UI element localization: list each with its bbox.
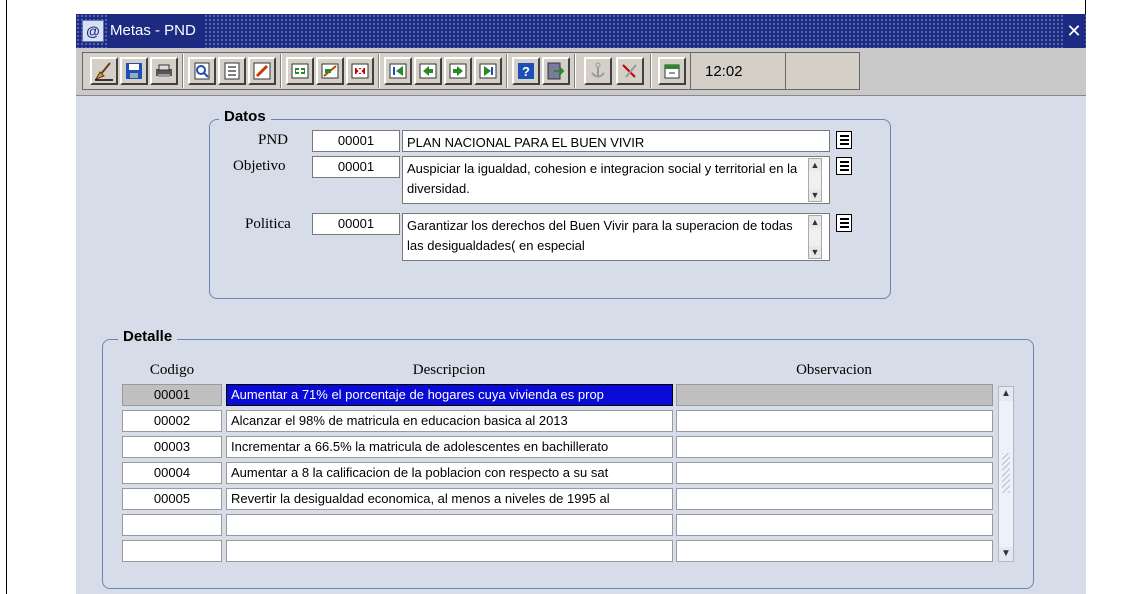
- clock-display: 12:02: [690, 52, 786, 90]
- scroll-thumb[interactable]: [1002, 453, 1010, 493]
- calendar-icon[interactable]: [658, 57, 686, 85]
- window-title: Metas - PND: [108, 14, 204, 48]
- exit-icon[interactable]: [542, 57, 570, 85]
- observacion-column-header: Observacion: [796, 362, 872, 378]
- observacion-cell[interactable]: [676, 410, 993, 432]
- codigo-cell[interactable]: 00003: [122, 436, 222, 458]
- objetivo-list-icon[interactable]: [836, 157, 852, 175]
- objetivo-code-field[interactable]: 00001: [312, 156, 400, 178]
- save-icon[interactable]: [120, 57, 148, 85]
- descripcion-cell[interactable]: Revertir la desigualdad economica, al me…: [226, 488, 673, 510]
- toolbar: ? 12:02: [76, 48, 1086, 96]
- toolbar-separator: [574, 54, 576, 88]
- next-record-icon[interactable]: [444, 57, 472, 85]
- toolbar-separator: [378, 54, 380, 88]
- app-icon: @: [82, 20, 104, 42]
- scroll-up-icon[interactable]: ▲: [809, 159, 821, 171]
- descripcion-column-header: Descripcion: [412, 362, 486, 378]
- duplicate-record-icon[interactable]: [316, 57, 344, 85]
- codigo-column-header: Codigo: [149, 362, 195, 378]
- toolbar-separator: [182, 54, 184, 88]
- previous-record-icon[interactable]: [414, 57, 442, 85]
- politica-code-field[interactable]: 00001: [312, 213, 400, 235]
- politica-label: Politica: [245, 216, 291, 232]
- objetivo-scrollbar[interactable]: ▲ ▼: [808, 158, 822, 202]
- check-icon[interactable]: [616, 57, 644, 85]
- datos-title: Datos: [219, 108, 271, 125]
- close-button[interactable]: ✕: [1064, 14, 1084, 48]
- delete-record-icon[interactable]: [346, 57, 374, 85]
- observacion-cell[interactable]: [676, 514, 993, 536]
- clear-form-icon[interactable]: [90, 57, 118, 85]
- descripcion-cell[interactable]: Aumentar a 8 la calificacion de la pobla…: [226, 462, 673, 484]
- form-window: @ Metas - PND ✕ ? 12:02 Datos PND 00001 …: [76, 14, 1086, 594]
- politica-list-icon[interactable]: [836, 214, 852, 232]
- scroll-down-icon[interactable]: ▼: [999, 547, 1013, 561]
- first-record-icon[interactable]: [384, 57, 412, 85]
- objetivo-description-field[interactable]: Auspiciar la igualdad, cohesion e integr…: [402, 156, 830, 204]
- scroll-up-icon[interactable]: ▲: [809, 216, 821, 228]
- toolbar-separator: [650, 54, 652, 88]
- pnd-list-icon[interactable]: [836, 131, 852, 149]
- politica-scrollbar[interactable]: ▲ ▼: [808, 215, 822, 259]
- descripcion-cell[interactable]: Incrementar a 66.5% la matricula de adol…: [226, 436, 673, 458]
- codigo-cell[interactable]: 00004: [122, 462, 222, 484]
- objetivo-label: Objetivo: [233, 158, 286, 174]
- anchor-icon[interactable]: [584, 57, 612, 85]
- toolbar-separator: [280, 54, 282, 88]
- descripcion-cell[interactable]: Alcanzar el 98% de matricula en educacio…: [226, 410, 673, 432]
- codigo-cell[interactable]: 00001: [122, 384, 222, 406]
- last-record-icon[interactable]: [474, 57, 502, 85]
- codigo-cell[interactable]: [122, 514, 222, 536]
- scroll-down-icon[interactable]: ▼: [809, 246, 821, 258]
- descripcion-cell[interactable]: [226, 540, 673, 562]
- svg-text:?: ?: [522, 64, 530, 79]
- codigo-cell[interactable]: [122, 540, 222, 562]
- detail-scrollbar[interactable]: ▲ ▼: [998, 386, 1014, 562]
- descripcion-cell[interactable]: [226, 514, 673, 536]
- print-icon[interactable]: [150, 57, 178, 85]
- observacion-cell[interactable]: [676, 384, 993, 406]
- codigo-cell[interactable]: 00002: [122, 410, 222, 432]
- insert-record-icon[interactable]: [286, 57, 314, 85]
- title-bar[interactable]: @ Metas - PND ✕: [76, 14, 1086, 48]
- pnd-description-field[interactable]: PLAN NACIONAL PARA EL BUEN VIVIR: [402, 130, 830, 152]
- help-icon[interactable]: ?: [512, 57, 540, 85]
- observacion-cell[interactable]: [676, 540, 993, 562]
- form-canvas: Datos PND 00001 PLAN NACIONAL PARA EL BU…: [76, 96, 1086, 594]
- pnd-code-field[interactable]: 00001: [312, 130, 400, 152]
- scroll-up-icon[interactable]: ▲: [999, 387, 1013, 401]
- observacion-cell[interactable]: [676, 462, 993, 484]
- scroll-down-icon[interactable]: ▼: [809, 189, 821, 201]
- observacion-cell[interactable]: [676, 436, 993, 458]
- detalle-title: Detalle: [118, 328, 178, 345]
- query-icon[interactable]: [188, 57, 216, 85]
- pnd-label: PND: [258, 132, 289, 148]
- descripcion-cell[interactable]: Aumentar a 71% el porcentaje de hogares …: [226, 384, 673, 406]
- politica-description-field[interactable]: Garantizar los derechos del Buen Vivir p…: [402, 213, 830, 261]
- codigo-cell[interactable]: 00005: [122, 488, 222, 510]
- toolbar-separator: [506, 54, 508, 88]
- list-icon[interactable]: [218, 57, 246, 85]
- edit-icon[interactable]: [248, 57, 276, 85]
- observacion-cell[interactable]: [676, 488, 993, 510]
